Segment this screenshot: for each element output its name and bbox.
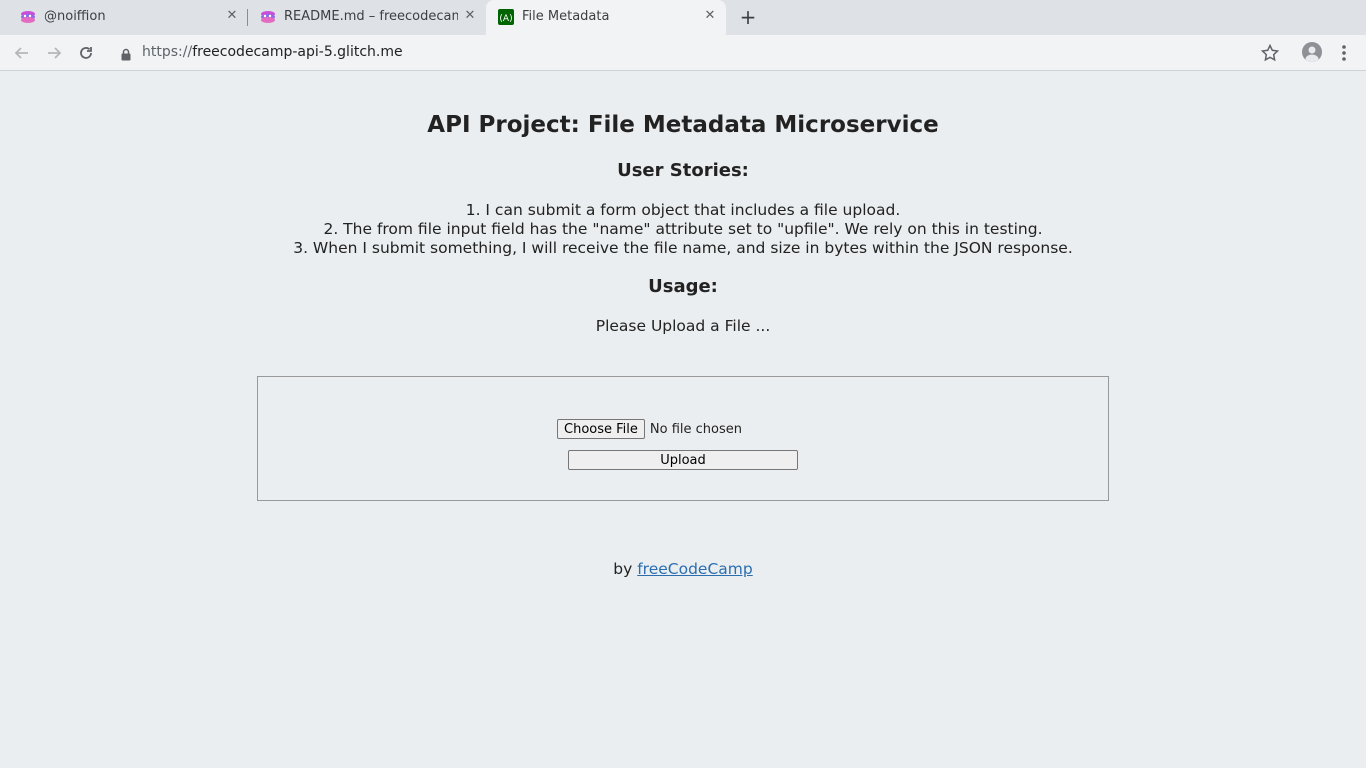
lock-icon <box>120 46 132 61</box>
file-status: No file chosen <box>649 421 742 437</box>
close-icon[interactable]: ✕ <box>462 8 478 24</box>
file-input[interactable]: Choose File No file chosen <box>557 419 742 439</box>
tab-readme[interactable]: README.md – freecodecamp ✕ <box>240 0 486 35</box>
choose-file-button[interactable]: Choose File <box>557 419 645 439</box>
reload-button[interactable] <box>74 41 98 65</box>
svg-text:(A): (A) <box>499 14 512 24</box>
close-icon[interactable]: ✕ <box>702 8 718 24</box>
upload-button[interactable]: Upload <box>568 450 798 470</box>
tab-strip: @noiffion ✕ README.md – freecodecamp ✕ (… <box>0 0 1366 35</box>
browser-toolbar: https://freecodecamp-api-5.glitch.me <box>0 35 1366 71</box>
footer-prefix: by <box>613 560 633 578</box>
footer: by freeCodeCamp <box>0 560 1366 578</box>
tab-file-metadata[interactable]: (A) File Metadata ✕ <box>486 0 726 35</box>
reload-icon <box>80 47 92 59</box>
bookmark-star-icon[interactable] <box>1260 43 1280 63</box>
url-text: https://freecodecamp-api-5.glitch.me <box>142 44 403 60</box>
tab-title: README.md – freecodecamp <box>284 9 458 24</box>
upload-form: Choose File No file chosen Upload <box>257 376 1109 501</box>
glitch-icon <box>20 9 36 25</box>
user-stories-heading: User Stories: <box>617 160 749 181</box>
list-item: 2. The from file input field has the "na… <box>323 220 1043 238</box>
forward-button[interactable] <box>42 41 66 65</box>
list-item: 1. I can submit a form object that inclu… <box>465 201 901 219</box>
freecodecamp-icon: (A) <box>498 9 514 25</box>
user-stories-list: 1. I can submit a form object that inclu… <box>0 201 1366 258</box>
glitch-icon <box>260 9 276 25</box>
new-tab-button[interactable]: + <box>737 6 759 28</box>
page-content: API Project: File Metadata Microservice … <box>0 72 1366 768</box>
list-item: 3. When I submit something, I will recei… <box>293 239 1073 257</box>
url-scheme: https:// <box>142 44 193 60</box>
tab-noiffion[interactable]: @noiffion ✕ <box>0 0 246 35</box>
usage-heading: Usage: <box>648 276 718 297</box>
tab-title: File Metadata <box>522 9 610 24</box>
arrow-left-icon <box>14 47 28 59</box>
arrow-right-icon <box>48 47 62 59</box>
address-bar[interactable]: https://freecodecamp-api-5.glitch.me <box>108 38 1292 67</box>
upload-prompt: Please Upload a File ... <box>595 317 771 335</box>
url-host: freecodecamp-api-5.glitch.me <box>192 44 403 60</box>
page-title: API Project: File Metadata Microservice <box>427 112 939 138</box>
kebab-menu-icon[interactable] <box>1336 42 1352 64</box>
profile-avatar-icon[interactable] <box>1302 42 1322 62</box>
back-button[interactable] <box>10 41 34 65</box>
freecodecamp-link[interactable]: freeCodeCamp <box>637 560 753 578</box>
close-icon[interactable]: ✕ <box>224 8 240 24</box>
tab-title: @noiffion <box>44 9 106 24</box>
